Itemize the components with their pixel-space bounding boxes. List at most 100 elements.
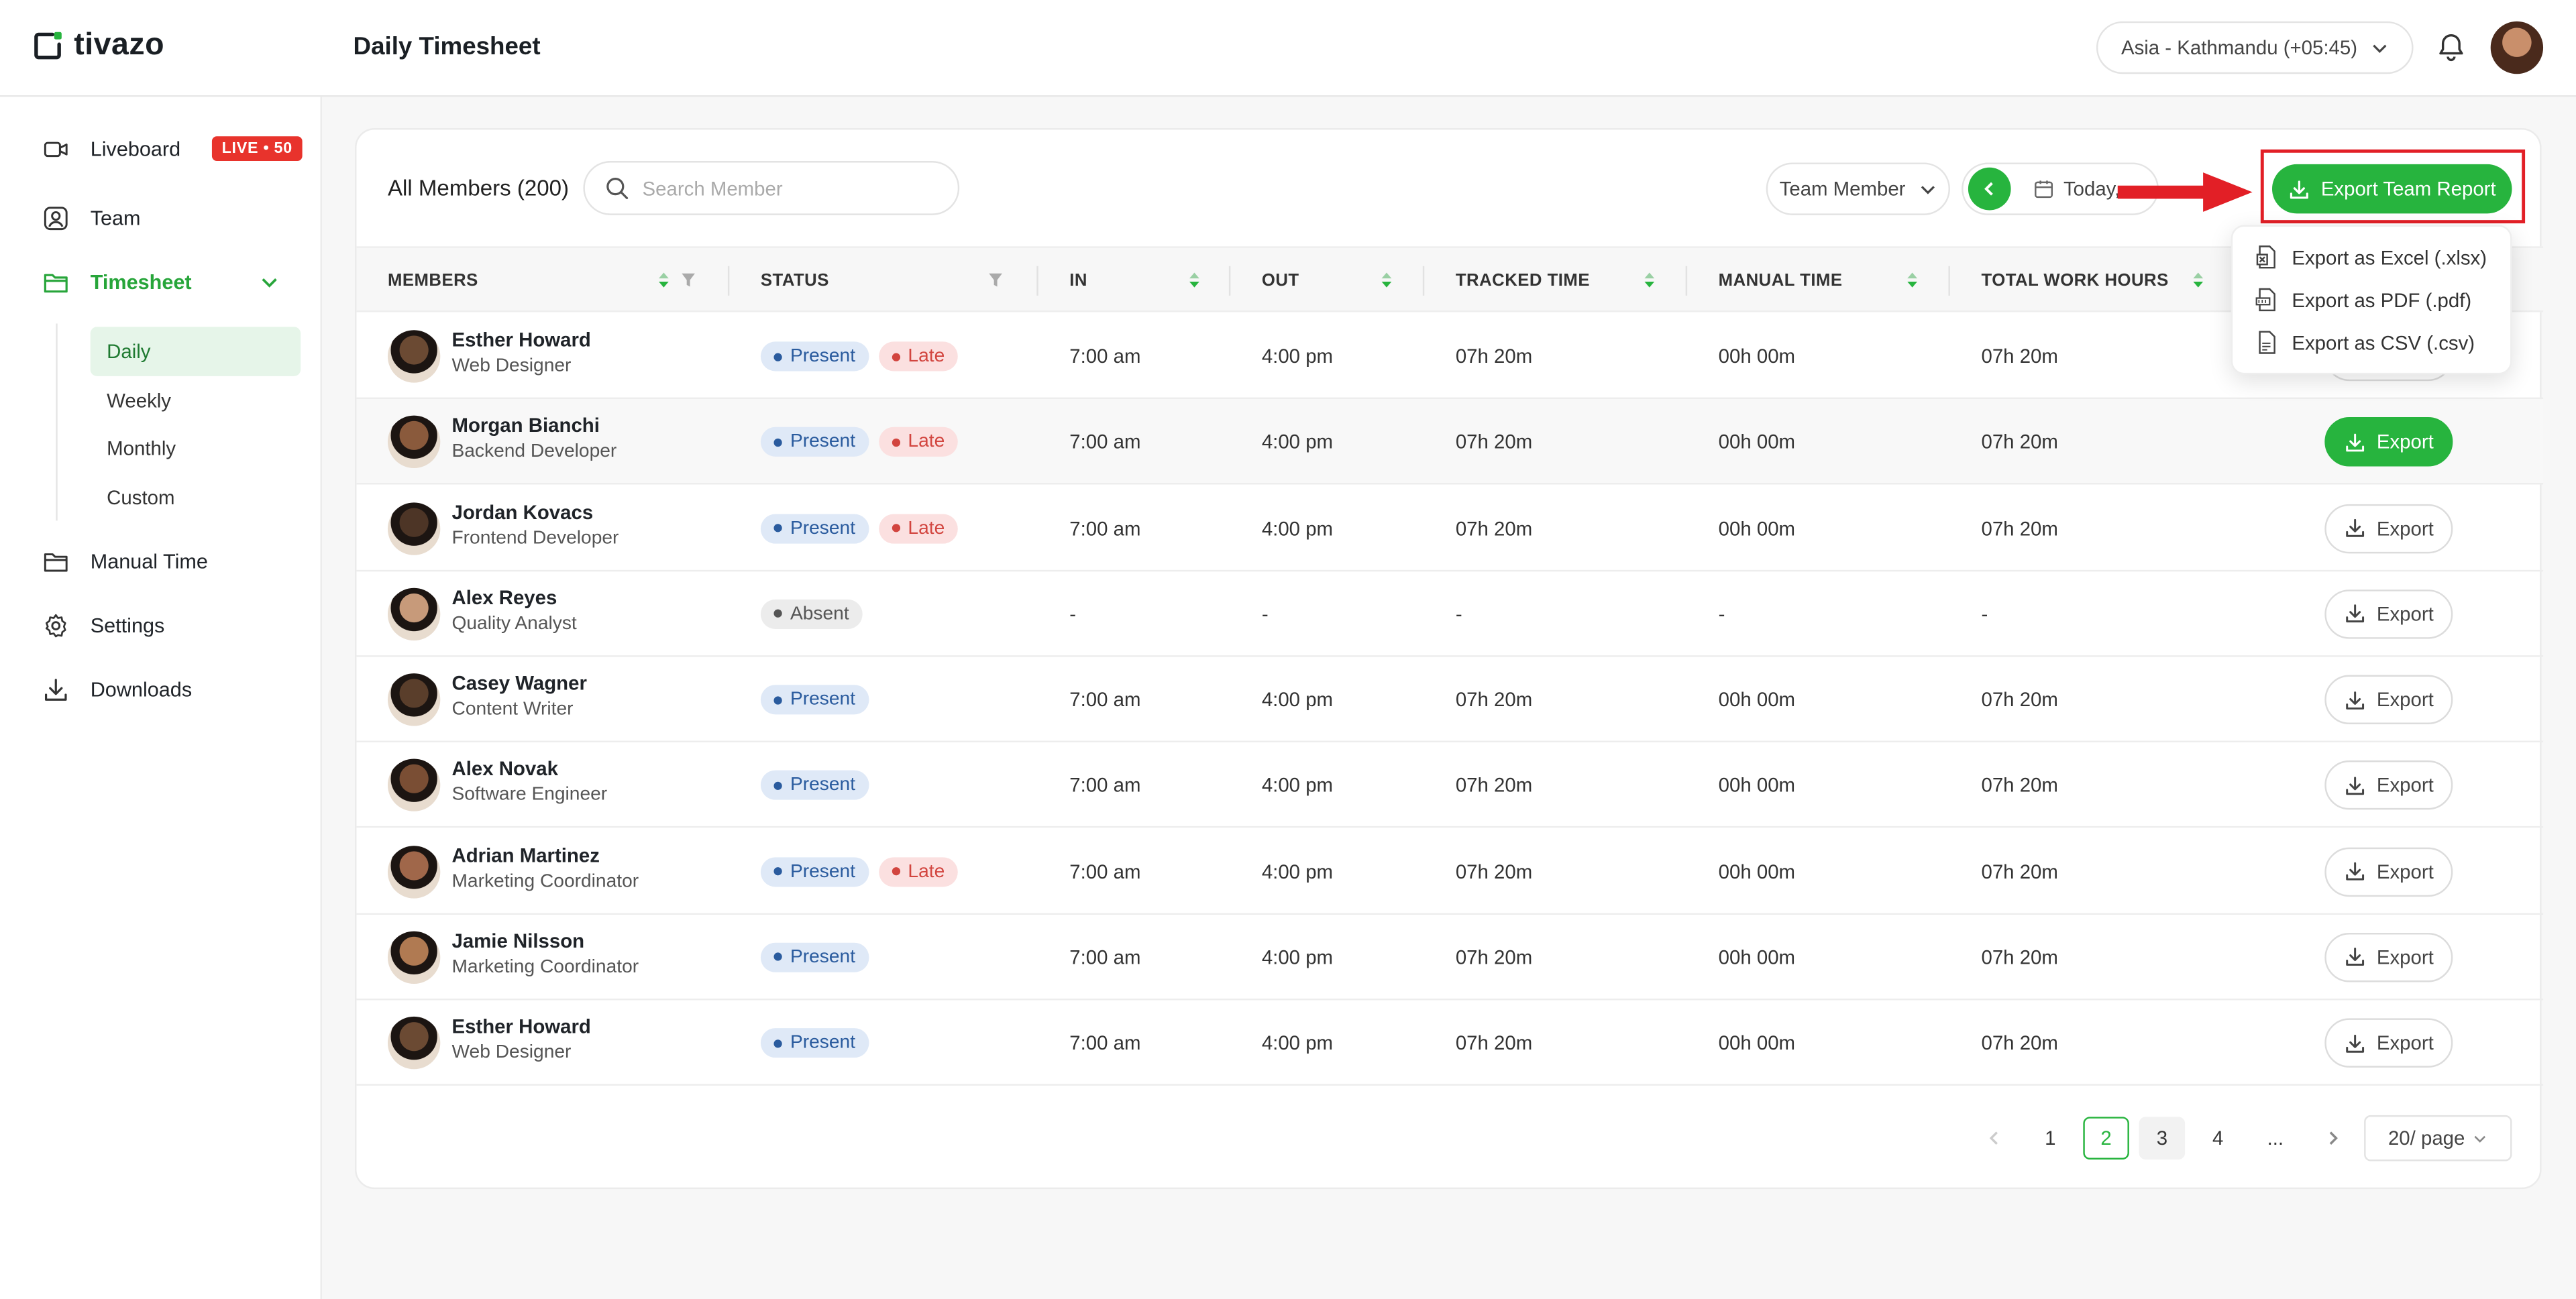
sidebar-item-team[interactable]: Team bbox=[43, 205, 141, 231]
status-text: Late bbox=[908, 861, 945, 881]
submenu-custom[interactable]: Custom bbox=[91, 473, 301, 522]
status-dot bbox=[773, 953, 782, 962]
submenu-weekly[interactable]: Weekly bbox=[91, 376, 301, 425]
export-row-button[interactable]: Export bbox=[2324, 417, 2453, 467]
col-in[interactable]: IN bbox=[1069, 248, 1087, 314]
export-pdf-option[interactable]: Export as PDF (.pdf) bbox=[2255, 288, 2471, 313]
submenu-monthly[interactable]: Monthly bbox=[91, 424, 301, 473]
export-row-button[interactable]: Export bbox=[2324, 846, 2453, 896]
folder-icon bbox=[44, 274, 68, 293]
download-icon bbox=[2345, 690, 2364, 709]
page-4[interactable]: 4 bbox=[2195, 1117, 2241, 1160]
sort-icon[interactable] bbox=[1906, 271, 1919, 289]
prev-date-button[interactable] bbox=[1968, 167, 2011, 211]
member-name: Alex Reyes bbox=[451, 585, 557, 609]
status-cell: Absent bbox=[760, 571, 872, 657]
table-row[interactable]: Esther Howard Web Designer Present 7:00 am 4… bbox=[356, 1000, 2544, 1086]
export-row-button[interactable]: Export bbox=[2324, 503, 2453, 553]
export-row-button[interactable]: Export bbox=[2324, 1018, 2453, 1068]
status-text: Present bbox=[790, 775, 856, 795]
per-page-select[interactable]: 20/ page bbox=[2364, 1115, 2512, 1162]
sidebar-item-label: Manual Time bbox=[90, 550, 208, 573]
search-box[interactable] bbox=[583, 161, 960, 215]
export-row-button[interactable]: Export bbox=[2324, 760, 2453, 810]
page-3[interactable]: 3 bbox=[2139, 1117, 2186, 1160]
table-row[interactable]: Alex Novak Software Engineer Present 7:00 a… bbox=[356, 743, 2544, 828]
col-tracked-time[interactable]: TRACKED TIME bbox=[1456, 248, 1590, 314]
member-role: Content Writer bbox=[451, 699, 574, 720]
table-row[interactable]: Esther Howard Web Designer Present Late 7:00… bbox=[356, 314, 2544, 400]
sort-icon[interactable] bbox=[657, 271, 671, 289]
member-avatar bbox=[387, 759, 441, 812]
table-row[interactable]: Casey Wagner Content Writer Present 7:00 am… bbox=[356, 657, 2544, 742]
filter-icon[interactable] bbox=[680, 271, 696, 289]
sidebar-item-manual-time[interactable]: Manual Time bbox=[43, 549, 208, 575]
filter-icon[interactable] bbox=[987, 271, 1004, 289]
status-dot bbox=[773, 352, 782, 361]
page-1[interactable]: 1 bbox=[2027, 1117, 2074, 1160]
page-2[interactable]: 2 bbox=[2083, 1117, 2129, 1160]
export-csv-option[interactable]: Export as CSV (.csv) bbox=[2255, 330, 2475, 355]
sort-icon[interactable] bbox=[1380, 271, 1393, 289]
sidebar-item-settings[interactable]: Settings bbox=[43, 612, 164, 638]
sort-icon[interactable] bbox=[2192, 271, 2205, 289]
status-badge-present: Present bbox=[760, 771, 869, 801]
status-badge-present: Present bbox=[760, 942, 869, 972]
status-cell: Present Late bbox=[760, 314, 968, 399]
table-row[interactable]: Alex Reyes Quality Analyst Absent - - - - - Expo… bbox=[356, 571, 2544, 657]
bell-icon[interactable] bbox=[2434, 32, 2467, 64]
timezone-select[interactable]: Asia - Kathmandu (+05:45) bbox=[2096, 21, 2414, 74]
member-role: Web Designer bbox=[451, 1043, 572, 1063]
chevron-left-icon bbox=[1989, 1131, 1998, 1145]
sidebar-item-downloads[interactable]: Downloads bbox=[43, 677, 192, 703]
prev-page-button[interactable] bbox=[1972, 1117, 2018, 1160]
search-input[interactable] bbox=[642, 176, 922, 200]
logo[interactable]: tivazo bbox=[32, 28, 164, 64]
team-member-select[interactable]: Team Member bbox=[1766, 162, 1950, 215]
sidebar-item-liveboard[interactable]: Liveboard bbox=[43, 136, 180, 162]
manual-time: 00h 00m bbox=[1718, 345, 1796, 368]
page-ellipsis[interactable]: ... bbox=[2253, 1117, 2299, 1160]
user-circle-icon bbox=[44, 207, 68, 231]
pdf-file-icon bbox=[2255, 288, 2275, 312]
export-row-button[interactable]: Export bbox=[2324, 675, 2453, 725]
table-row[interactable]: Jordan Kovacs Frontend Developer Present La… bbox=[356, 486, 2544, 571]
member-avatar bbox=[387, 502, 441, 555]
table-row[interactable]: Jamie Nilsson Marketing Coordinator Presen… bbox=[356, 914, 2544, 1000]
export-excel-option[interactable]: Export as Excel (.xlsx) bbox=[2255, 245, 2487, 270]
export-team-report-button[interactable]: Export Team Report bbox=[2271, 164, 2512, 214]
export-row-button[interactable]: Export bbox=[2324, 932, 2453, 982]
col-out[interactable]: OUT bbox=[1262, 248, 1299, 314]
next-page-button[interactable] bbox=[2310, 1117, 2356, 1160]
status-text: Present bbox=[790, 947, 856, 967]
logo-text: tivazo bbox=[74, 27, 165, 63]
team-select-label: Team Member bbox=[1779, 177, 1906, 201]
out-time: 4:00 pm bbox=[1261, 1031, 1334, 1055]
sidebar-item-timesheet[interactable]: Timesheet bbox=[43, 270, 280, 296]
status-badge-present: Present bbox=[760, 1028, 869, 1058]
total-work-hours: 07h 20m bbox=[1981, 345, 2058, 368]
sidebar-item-label: Team bbox=[90, 207, 141, 230]
member-avatar bbox=[387, 673, 441, 726]
download-icon bbox=[2345, 948, 2364, 966]
export-row-button[interactable]: Export bbox=[2324, 589, 2453, 639]
gear-icon bbox=[45, 614, 66, 638]
col-status[interactable]: STATUS bbox=[761, 248, 829, 314]
submenu-daily[interactable]: Daily bbox=[90, 327, 301, 376]
col-total-work-hours[interactable]: TOTAL WORK HOURS bbox=[1981, 248, 2168, 314]
table-row[interactable]: Adrian Martinez Marketing Coordinator Pres… bbox=[356, 829, 2544, 914]
in-time: - bbox=[1069, 602, 1077, 626]
col-members[interactable]: MEMBERS bbox=[388, 248, 478, 314]
member-name: Morgan Bianchi bbox=[451, 414, 600, 438]
status-text: Present bbox=[790, 861, 856, 881]
sort-icon[interactable] bbox=[1188, 271, 1201, 289]
out-time: 4:00 pm bbox=[1261, 688, 1334, 712]
col-manual-time[interactable]: MANUAL TIME bbox=[1719, 248, 1843, 314]
status-badge-present: Present bbox=[760, 341, 869, 372]
csv-file-icon bbox=[2259, 331, 2275, 354]
sort-icon[interactable] bbox=[1643, 271, 1656, 289]
table-row[interactable]: Morgan Bianchi Backend Developer Present La… bbox=[356, 399, 2544, 486]
user-avatar[interactable] bbox=[2490, 21, 2544, 74]
status-text: Late bbox=[908, 518, 945, 539]
column-divider bbox=[727, 266, 730, 296]
